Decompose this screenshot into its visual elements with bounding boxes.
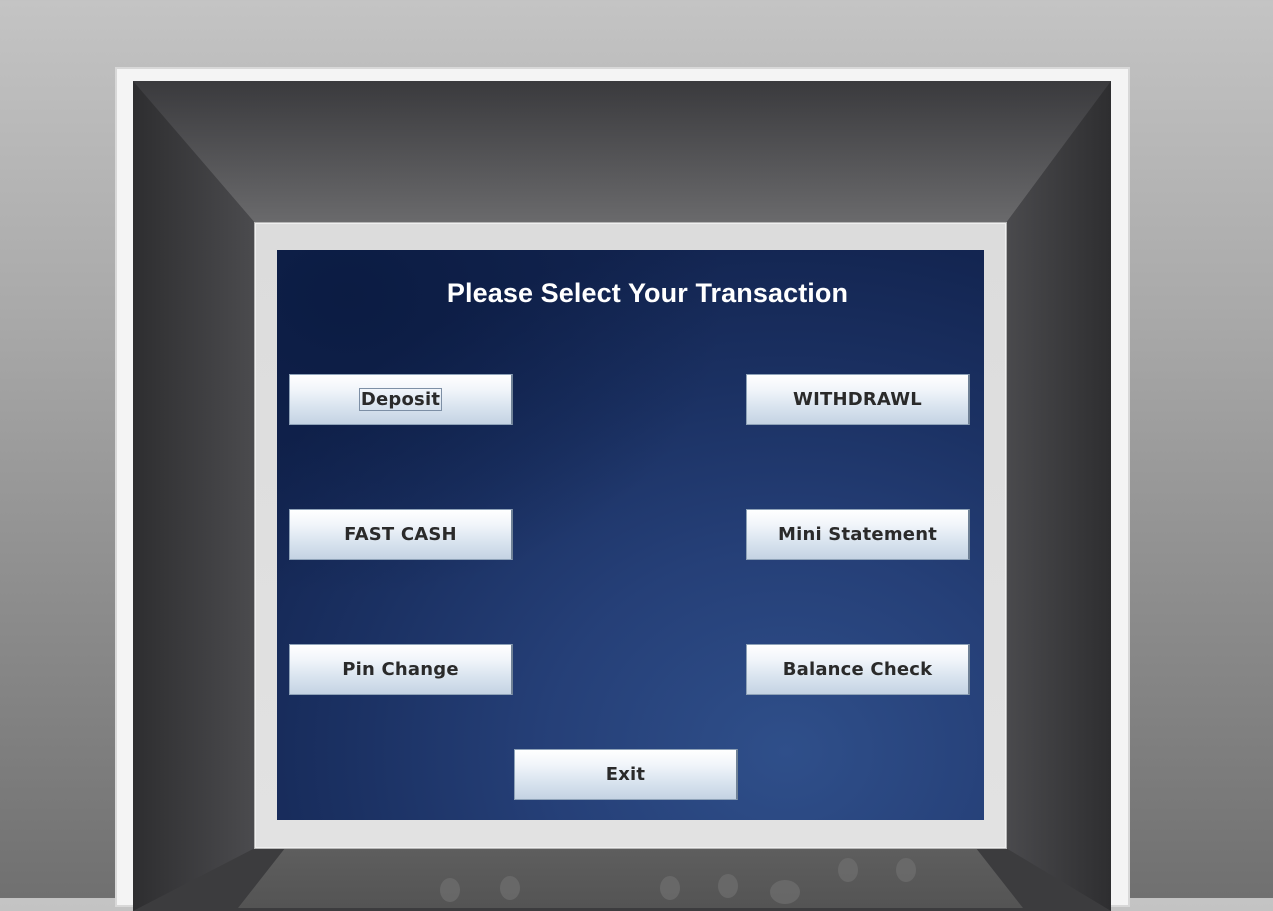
balance-check-button[interactable]: Balance Check — [746, 644, 970, 695]
keypad-dot — [660, 876, 680, 900]
balance-check-button-label: Balance Check — [782, 659, 933, 680]
atm-screen: Please Select Your Transaction Deposit W… — [277, 250, 984, 820]
pin-change-button[interactable]: Pin Change — [289, 644, 513, 695]
keypad-dot — [770, 880, 800, 904]
fast-cash-button-label: FAST CASH — [344, 524, 457, 545]
keypad-dot — [718, 874, 738, 898]
mini-statement-button-label: Mini Statement — [777, 524, 938, 545]
exit-button[interactable]: Exit — [514, 749, 738, 800]
page-title: Please Select Your Transaction — [446, 278, 849, 308]
deposit-button[interactable]: Deposit — [289, 374, 513, 425]
fast-cash-button[interactable]: FAST CASH — [289, 509, 513, 560]
keypad-dot — [896, 858, 916, 882]
pin-change-button-label: Pin Change — [342, 659, 459, 680]
deposit-button-label: Deposit — [358, 388, 443, 411]
exit-button-label: Exit — [605, 764, 646, 785]
keypad-dot — [500, 876, 520, 900]
mini-statement-button[interactable]: Mini Statement — [746, 509, 970, 560]
withdrawl-button-label: WITHDRAWL — [793, 389, 922, 410]
keypad-area — [240, 848, 1020, 908]
keypad-dot — [838, 858, 858, 882]
withdrawl-button[interactable]: WITHDRAWL — [746, 374, 970, 425]
keypad-dot — [440, 878, 460, 902]
